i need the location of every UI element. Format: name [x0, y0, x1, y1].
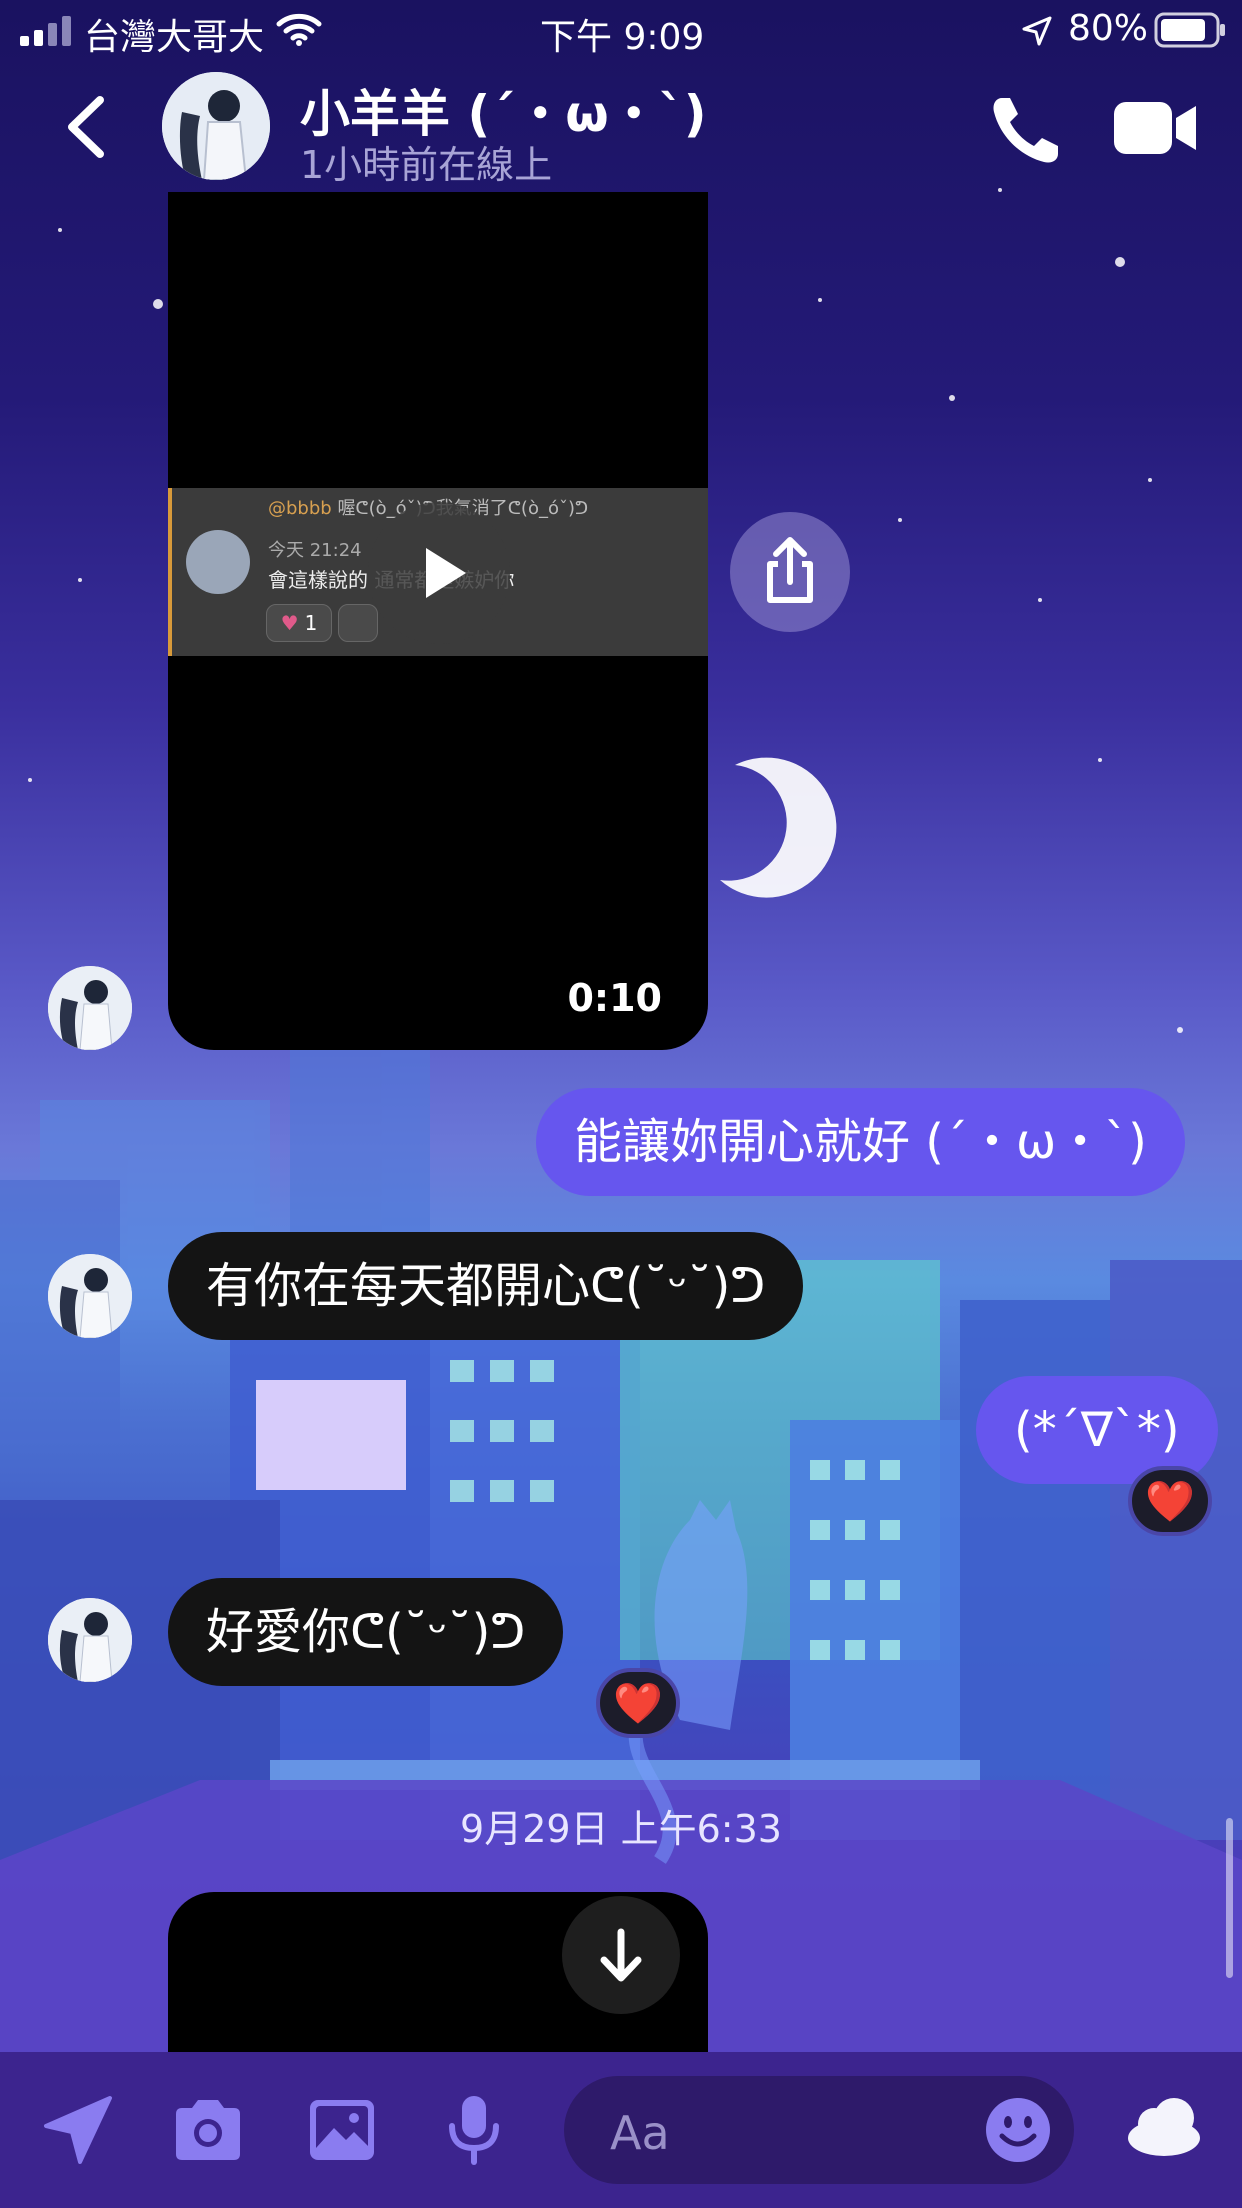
message-input[interactable]: Aa	[564, 2076, 1074, 2184]
preview-reply-user: @bbbb	[268, 498, 332, 519]
preview-heart-reaction: ♥ 1	[266, 604, 332, 642]
video-duration: 0:10	[567, 976, 662, 1020]
image-icon[interactable]	[304, 2092, 380, 2168]
message-bubble-incoming[interactable]: 好愛你ᕦ(˘ᵕ˘)ᕤ	[168, 1578, 564, 1686]
message-bubble-outgoing[interactable]: 能讓妳開心就好 (´・ω・`)	[536, 1088, 1185, 1196]
heart-reaction[interactable]: ❤️	[596, 1668, 680, 1738]
contact-avatar[interactable]	[162, 72, 270, 180]
microphone-icon[interactable]	[436, 2092, 512, 2168]
video-message[interactable]: @bbbb 喔ᕦ(ò_óˇ)ᕤ我氣消了ᕦ(ò_óˇ)ᕤ 今天 21:24 會這樣…	[168, 192, 708, 1050]
sender-avatar[interactable]	[48, 1254, 132, 1338]
battery-icon	[1154, 12, 1225, 48]
cloud-icon[interactable]	[1122, 2086, 1204, 2168]
video-camera-icon[interactable]	[1112, 98, 1198, 158]
location-arrow-icon	[1022, 16, 1052, 46]
preview-reaction-count: 1	[304, 611, 318, 635]
sender-avatar[interactable]	[48, 966, 132, 1050]
send-location-icon[interactable]	[40, 2092, 116, 2168]
carrier-name: 台灣大哥大	[84, 17, 265, 58]
preview-time-label: 今天 21:24	[268, 540, 362, 561]
scroll-to-bottom-button[interactable]	[562, 1896, 680, 2014]
play-icon	[426, 548, 466, 598]
sender-avatar[interactable]	[48, 1598, 132, 1682]
battery-percent: 80%	[1068, 8, 1149, 49]
camera-icon[interactable]	[170, 2092, 246, 2168]
share-button[interactable]	[730, 512, 850, 632]
back-button[interactable]	[56, 92, 116, 162]
message-bubble-incoming[interactable]: 有你在每天都開心ᕦ(˘ᵕ˘)ᕤ	[168, 1232, 804, 1340]
play-button[interactable]	[368, 502, 510, 644]
status-bar: 台灣大哥大 下午 9:09 80%	[0, 0, 1242, 62]
arrow-down-icon	[600, 1928, 642, 1982]
share-icon	[767, 537, 813, 603]
timestamp-divider: 9月29日 上午6:33	[460, 1807, 782, 1851]
signal-icon	[20, 16, 71, 46]
heart-icon: ♥	[280, 611, 299, 635]
scrollbar[interactable]	[1226, 1818, 1233, 1978]
composer-bar: Aa	[0, 2052, 1242, 2208]
preview-avatar	[186, 530, 250, 594]
message-input-placeholder: Aa	[610, 2106, 670, 2160]
contact-status: 1小時前在線上	[300, 143, 553, 187]
heart-reaction[interactable]: ❤️	[1128, 1466, 1212, 1536]
wifi-icon	[276, 13, 322, 46]
phone-icon[interactable]	[988, 92, 1064, 168]
smiley-icon[interactable]	[984, 2096, 1052, 2164]
chat-header: 小羊羊 (´・ω・`) 1小時前在線上	[0, 62, 1242, 192]
clock: 下午 9:09	[540, 17, 705, 58]
